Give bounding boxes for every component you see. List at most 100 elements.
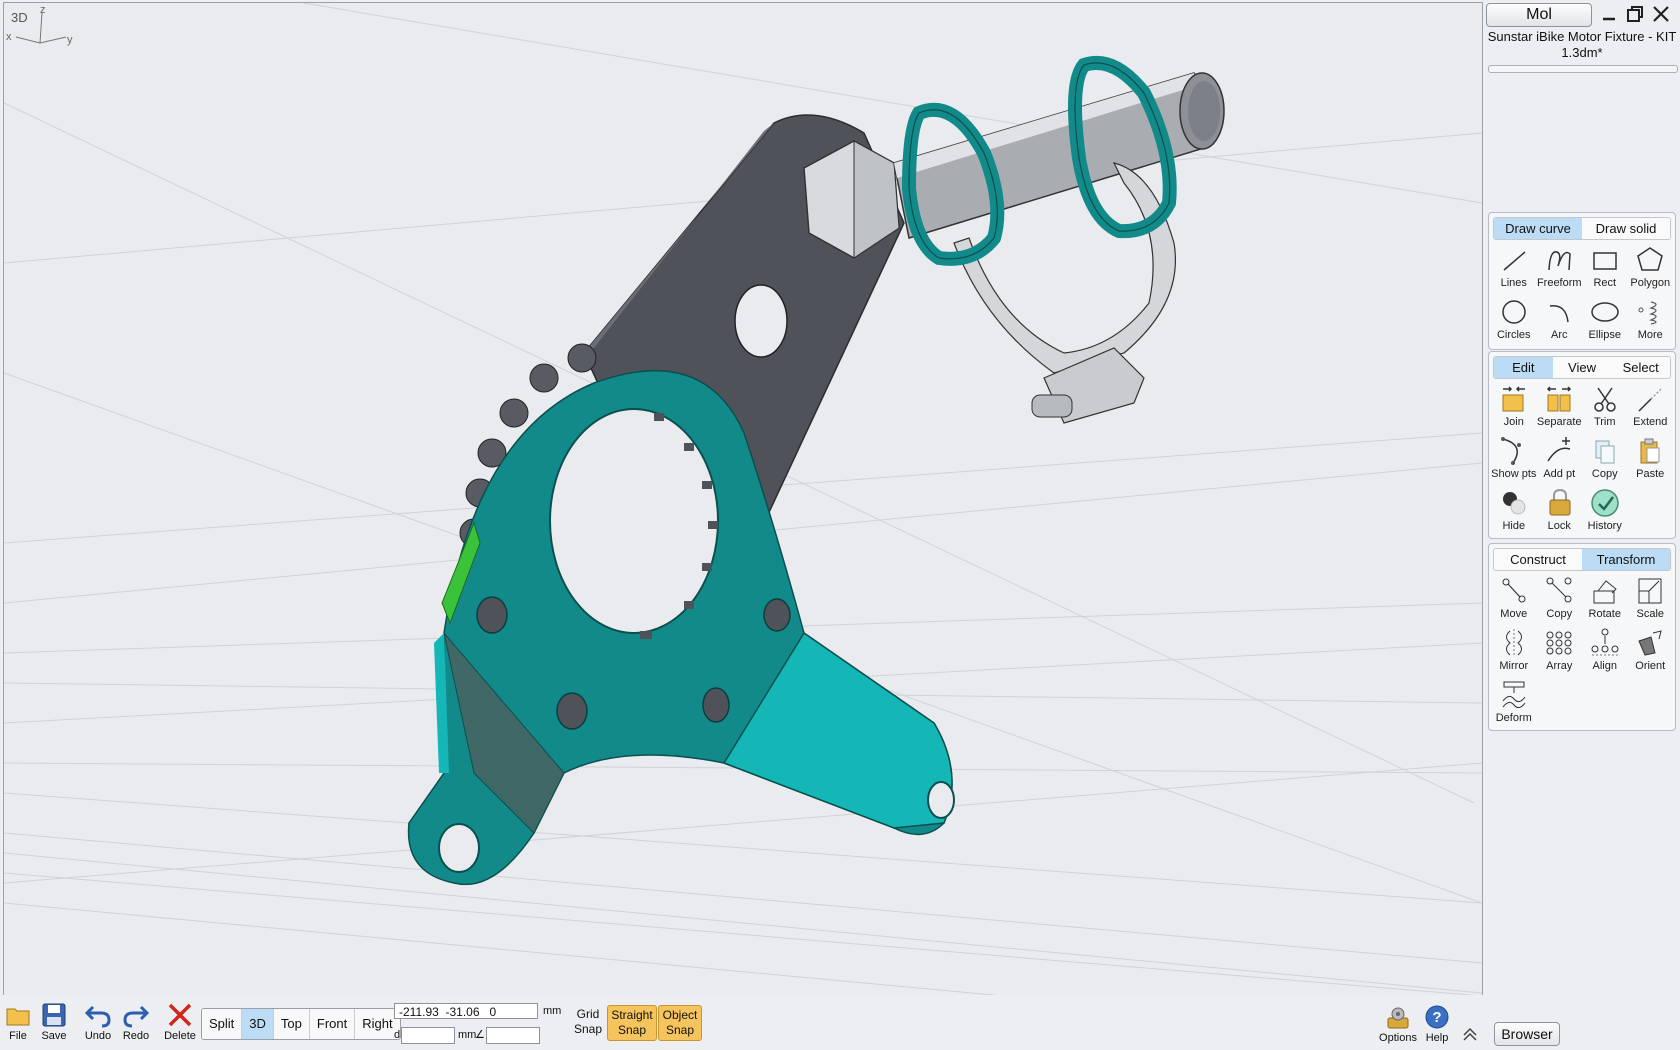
view-tab-right[interactable]: Right <box>355 1009 400 1039</box>
tool-label: Paste <box>1636 468 1665 480</box>
undo-button[interactable]: Undo <box>78 1001 118 1042</box>
tool-add-pt[interactable]: Add pt <box>1537 435 1583 487</box>
distance-input[interactable] <box>401 1027 455 1044</box>
tool-separate[interactable]: Separate <box>1537 383 1583 435</box>
minimize-icon[interactable] <box>1598 3 1620 25</box>
grid-snap-line2: Snap <box>573 1022 603 1036</box>
tool-copy[interactable]: Copy <box>1582 435 1628 487</box>
angle-symbol: ∠ <box>475 1029 485 1041</box>
separate-icon <box>1547 386 1572 412</box>
tool-circles[interactable]: Circles <box>1491 296 1537 348</box>
mirror-icon <box>1505 629 1522 657</box>
straight-snap-toggle[interactable]: Straight Snap <box>607 1005 657 1041</box>
tool-polygon[interactable]: Polygon <box>1628 244 1674 296</box>
tab-draw-solid[interactable]: Draw solid <box>1582 218 1670 239</box>
show-points-icon <box>1500 437 1521 465</box>
tool-rect[interactable]: Rect <box>1582 244 1628 296</box>
tool-label: Arc <box>1551 329 1568 341</box>
join-icon <box>1502 386 1525 412</box>
restore-icon[interactable] <box>1624 3 1646 25</box>
redo-button[interactable]: Redo <box>116 1001 156 1042</box>
redo-icon <box>123 1005 150 1028</box>
tab-draw-curve[interactable]: Draw curve <box>1494 218 1582 239</box>
tool-label: Lines <box>1500 277 1527 289</box>
tab-edit[interactable]: Edit <box>1494 357 1553 378</box>
tool-label: Extend <box>1633 416 1668 428</box>
help-icon: ? <box>1425 1005 1449 1029</box>
tool-orient[interactable]: Orient <box>1628 627 1674 679</box>
close-icon[interactable] <box>1650 3 1672 25</box>
tab-view[interactable]: View <box>1552 357 1612 378</box>
view-tab-top[interactable]: Top <box>273 1009 310 1039</box>
tool-label: History <box>1587 520 1622 532</box>
object-snap-line1: Object <box>662 1008 698 1022</box>
tab-transform[interactable]: Transform <box>1582 549 1670 570</box>
tool-history[interactable]: History <box>1582 487 1628 539</box>
progress-bar <box>1488 65 1678 73</box>
coordinate-input[interactable]: -211.93 -31.06 0 <box>394 1003 538 1019</box>
tool-label: Align <box>1592 660 1617 672</box>
document-title: Sunstar iBike Motor Fixture - KIT 1.3dm* <box>1487 29 1677 60</box>
tool-lock[interactable]: Lock <box>1537 487 1583 539</box>
tool-arc[interactable]: Arc <box>1537 296 1583 348</box>
folder-icon <box>6 1008 30 1026</box>
help-button[interactable]: ? Help <box>1417 1004 1457 1044</box>
object-snap-toggle[interactable]: Object Snap <box>658 1005 702 1041</box>
help-label: Help <box>1425 1032 1449 1044</box>
delete-button[interactable]: Delete <box>160 1001 200 1042</box>
tool-join[interactable]: Join <box>1491 383 1537 435</box>
view-tab-split[interactable]: Split <box>202 1009 243 1039</box>
3d-viewport[interactable]: 3D z y x <box>3 2 1483 997</box>
tool-trim[interactable]: Trim <box>1582 383 1628 435</box>
tab-construct[interactable]: Construct <box>1494 549 1582 570</box>
straight-snap-line1: Straight <box>611 1008 653 1022</box>
grid-snap-toggle[interactable]: Grid Snap <box>568 1005 608 1039</box>
tool-label: Ellipse <box>1588 329 1621 341</box>
line-icon <box>1503 251 1526 271</box>
lock-icon <box>1549 488 1571 516</box>
grid-snap-line1: Grid <box>576 1007 600 1021</box>
tool-ellipse[interactable]: Ellipse <box>1582 296 1628 348</box>
tool-label: Copy <box>1591 468 1618 480</box>
tool-freeform[interactable]: Freeform <box>1537 244 1583 296</box>
tab-select[interactable]: Select <box>1611 357 1670 378</box>
history-icon <box>1591 489 1619 517</box>
tool-label: Mirror <box>1499 660 1529 672</box>
tool-extend[interactable]: Extend <box>1628 383 1674 435</box>
tool-more[interactable]: More <box>1628 296 1674 348</box>
copy-icon <box>1595 440 1615 464</box>
model-render <box>4 3 1482 996</box>
circle-icon <box>1502 300 1526 324</box>
options-button[interactable]: Options <box>1378 1004 1418 1044</box>
chevron-up-icon[interactable] <box>1462 1026 1478 1042</box>
save-button[interactable]: Save <box>34 1001 74 1042</box>
view-tab-3d[interactable]: 3D <box>242 1009 274 1039</box>
scale-icon <box>1638 578 1662 604</box>
tool-label: Deform <box>1495 712 1532 724</box>
tool-label: More <box>1637 329 1663 341</box>
delete-icon <box>168 1003 192 1027</box>
view-tab-front[interactable]: Front <box>309 1009 356 1039</box>
arc-icon <box>1550 305 1569 323</box>
file-button[interactable]: File <box>0 1001 38 1042</box>
save-icon <box>42 1003 66 1027</box>
tool-lines[interactable]: Lines <box>1491 244 1537 296</box>
tool-rotate[interactable]: Rotate <box>1582 575 1628 627</box>
tool-align[interactable]: Align <box>1582 627 1628 679</box>
axis-z-label: z <box>40 4 46 16</box>
tool-array[interactable]: Array <box>1537 627 1583 679</box>
app-menu-button[interactable]: Mol <box>1486 3 1592 27</box>
tool-hide[interactable]: Hide <box>1491 487 1537 539</box>
tool-label: Freeform <box>1536 277 1582 289</box>
tool-mirror[interactable]: Mirror <box>1491 627 1537 679</box>
tool-move[interactable]: Move <box>1491 575 1537 627</box>
tool-show-pts[interactable]: Show pts <box>1491 435 1537 487</box>
tool-transform-copy[interactable]: Copy <box>1537 575 1583 627</box>
angle-input[interactable] <box>486 1027 540 1044</box>
align-icon <box>1591 628 1619 656</box>
browser-button[interactable]: Browser <box>1494 1022 1560 1046</box>
tool-label: Copy <box>1546 608 1573 620</box>
tool-deform[interactable]: Deform <box>1491 679 1537 731</box>
tool-scale[interactable]: Scale <box>1628 575 1674 627</box>
tool-paste[interactable]: Paste <box>1628 435 1674 487</box>
